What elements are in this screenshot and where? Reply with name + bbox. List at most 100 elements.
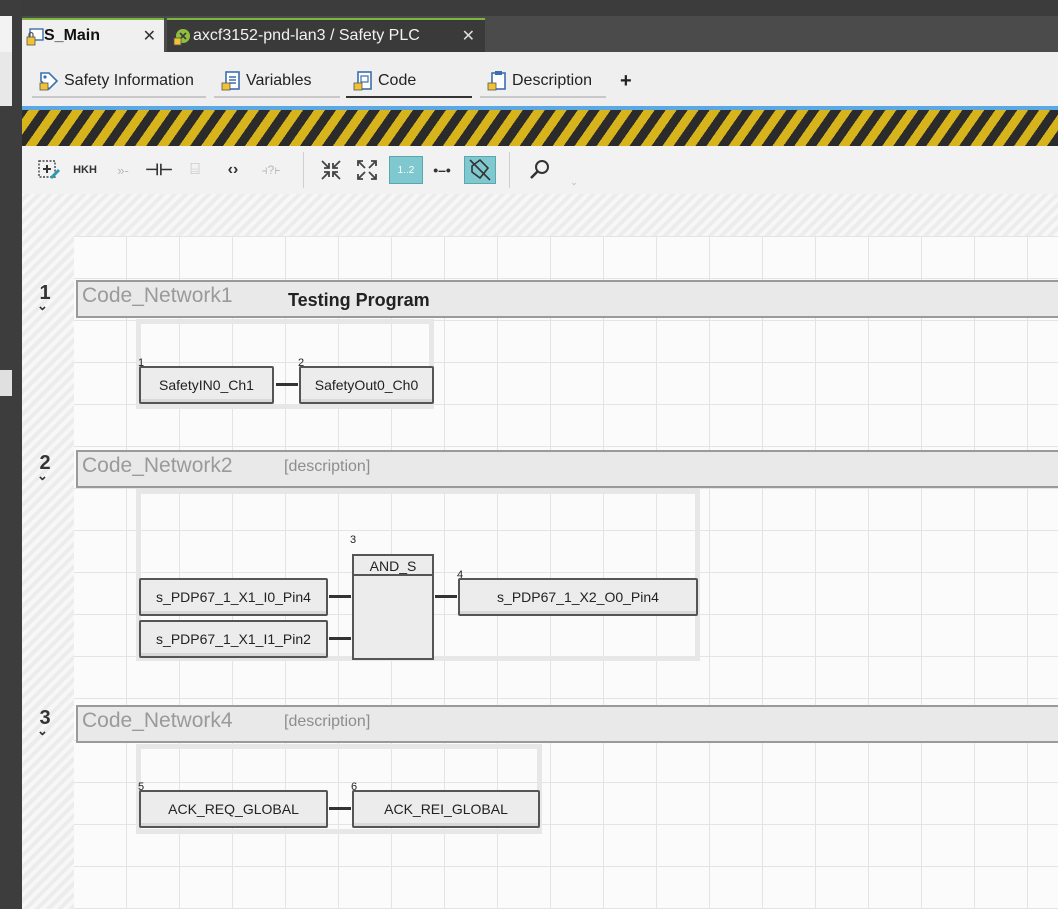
chevron-down-icon: ⌄	[570, 176, 578, 187]
left-panel-stub	[0, 370, 12, 396]
coil-button[interactable]: »-	[108, 156, 138, 184]
coil-icon: »-	[117, 162, 129, 178]
negate-icon: ⫞?⊦	[261, 162, 281, 177]
block-label: ACK_REQ_GLOBAL	[168, 801, 299, 817]
left-panel-edge	[0, 0, 22, 909]
description-icon	[487, 71, 506, 91]
variable-block[interactable]: 5 ACK_REQ_GLOBAL	[138, 781, 328, 828]
tab-label: Code	[378, 72, 417, 89]
left-panel-stub	[0, 52, 12, 106]
code-toolbar: HKH »- ⊣⊢ ⌸ ‹› ⫞?⊦ 1..2 •–• ⌄	[22, 146, 1058, 194]
network-header[interactable]: Code_Network2 [description]	[76, 450, 1058, 488]
variable-block[interactable]: 2 SafetyOut0_Ch0	[298, 357, 434, 404]
expand-all-button[interactable]	[354, 156, 380, 184]
variables-icon	[221, 71, 240, 91]
network-description: [description]	[284, 713, 371, 730]
block-label: s_PDP67_1_X1_I1_Pin2	[156, 631, 311, 647]
variable-block[interactable]: 6 ACK_REI_GLOBAL	[351, 781, 540, 828]
block-index: 2	[298, 357, 305, 369]
close-icon[interactable]: ✕	[462, 26, 475, 46]
chevron-down-icon[interactable]: ⌄	[37, 468, 48, 484]
variable-block[interactable]: s_PDP67_1_X1_I0_Pin4	[139, 578, 328, 616]
block-label: s_PDP67_1_X1_I0_Pin4	[156, 589, 311, 605]
variable-block[interactable]: 1 SafetyIN0_Ch1	[138, 357, 274, 404]
safety-hazard-stripe	[22, 110, 1058, 146]
tab-variables[interactable]: Variables	[214, 66, 340, 98]
network-header[interactable]: Code_Network4 [description]	[76, 705, 1058, 743]
variable-block[interactable]: 4 s_PDP67_1_X2_O0_Pin4	[457, 569, 698, 616]
search-button[interactable]	[526, 156, 554, 184]
collapse-all-button[interactable]	[318, 156, 344, 184]
connection-wire	[329, 637, 351, 640]
block-label: SafetyOut0_Ch0	[314, 377, 419, 393]
add-view-button[interactable]: +	[620, 70, 632, 93]
tab-safety-information[interactable]: Safety Information	[32, 66, 206, 98]
chevron-down-icon[interactable]: ⌄	[37, 723, 48, 739]
tab-safety-plc[interactable]: axcf3152-pnd-lan3 / Safety PLC ✕	[167, 18, 485, 52]
search-dropdown[interactable]: ⌄	[568, 168, 580, 196]
network-name: Code_Network1	[82, 284, 233, 307]
toolbar-separator	[303, 152, 304, 188]
close-icon[interactable]: ✕	[143, 26, 156, 46]
editor-view-tabs: Safety Information Variables Code Descri…	[22, 52, 1058, 106]
block-index: 1	[138, 357, 145, 369]
tab-label: Variables	[246, 72, 312, 89]
function-block-label: AND_S	[354, 556, 432, 576]
tab-description[interactable]: Description	[480, 66, 606, 98]
tab-label: S_Main	[44, 27, 101, 44]
bracket-button[interactable]: ‹›	[218, 156, 248, 184]
block-icon: ⌸	[190, 161, 200, 178]
search-icon	[530, 160, 549, 179]
left-panel-stub	[0, 16, 12, 52]
parallel-icon: ⊣⊢	[145, 162, 173, 179]
block-index: 5	[138, 781, 145, 793]
tab-label: Description	[512, 72, 593, 89]
chevron-down-icon[interactable]: ⌄	[37, 298, 48, 314]
device-lock-icon	[173, 29, 190, 46]
insert-network-button[interactable]	[36, 156, 62, 184]
tab-code[interactable]: Code	[346, 66, 472, 98]
block-button[interactable]: ⌸	[182, 156, 208, 184]
connection-button[interactable]: •–•	[428, 156, 456, 184]
code-icon	[353, 71, 372, 91]
tab-label: axcf3152-pnd-lan3 / Safety PLC	[193, 27, 420, 44]
negate-button[interactable]: ⫞?⊦	[256, 156, 286, 184]
connection-wire	[276, 383, 298, 386]
block-index: 6	[351, 781, 358, 793]
bracket-icon: ‹›	[227, 161, 239, 178]
numbering-icon: 1..2	[397, 164, 415, 176]
block-label: ACK_REI_GLOBAL	[384, 801, 508, 817]
insert-network-icon	[38, 160, 61, 180]
tab-label: Safety Information	[64, 72, 194, 89]
block-index: 3	[350, 534, 357, 546]
connection-wire	[435, 595, 457, 598]
document-tab-bar: S_Main ✕ axcf3152-pnd-lan3 / Safety PLC …	[22, 16, 1058, 52]
contact-icon: HKH	[73, 164, 97, 176]
connection-wire	[329, 807, 351, 810]
block-label: s_PDP67_1_X2_O0_Pin4	[497, 589, 659, 605]
program-lock-icon	[26, 28, 44, 46]
safety-information-icon	[39, 72, 59, 91]
connection-icon: •–•	[433, 162, 451, 178]
network-name: Code_Network2	[82, 454, 233, 477]
numbering-toggle[interactable]: 1..2	[389, 156, 423, 184]
tab-s-main[interactable]: S_Main ✕	[22, 18, 164, 52]
variable-block[interactable]: s_PDP67_1_X1_I1_Pin2	[139, 620, 328, 658]
network-name: Code_Network4	[82, 709, 233, 732]
toolbar-separator	[509, 152, 510, 188]
parallel-button[interactable]: ⊣⊢	[145, 156, 173, 184]
code-canvas[interactable]: 1 ⌄ Code_Network1 Testing Program 1 Safe…	[22, 194, 1058, 909]
contact-button[interactable]: HKH	[70, 156, 100, 184]
network-description: [description]	[284, 458, 371, 475]
expand-icon	[357, 160, 377, 180]
network-header[interactable]: Code_Network1 Testing Program	[76, 280, 1058, 318]
network-description: Testing Program	[288, 290, 430, 310]
collapse-icon	[321, 160, 341, 180]
title-bar	[0, 0, 1058, 16]
function-block-and[interactable]: AND_S	[352, 554, 434, 660]
block-index: 4	[457, 569, 464, 581]
connection-wire	[329, 595, 351, 598]
safety-view-toggle[interactable]	[464, 156, 496, 184]
block-label: SafetyIN0_Ch1	[159, 377, 254, 393]
safety-view-icon	[469, 158, 491, 181]
